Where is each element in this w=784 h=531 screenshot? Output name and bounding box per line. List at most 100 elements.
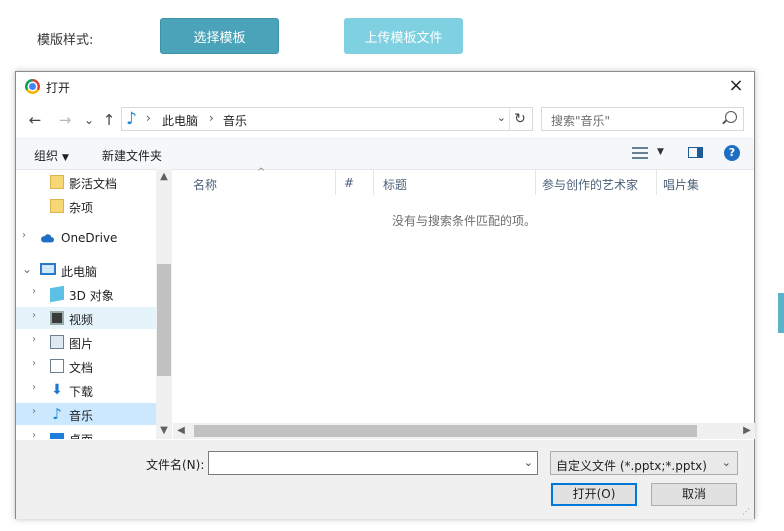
tree-item-onedrive[interactable]: › OneDrive (16, 227, 156, 249)
music-note-icon: ♪ (126, 109, 137, 129)
dialog-footer: 文件名(N): ⌄ 自定义文件 (*.pptx;*.pptx) ⌄ 打开(O) … (16, 440, 754, 519)
dialog-title: 打开 (46, 81, 71, 95)
navigation-bar: ← → ⌄ ↑ ♪ › 此电脑 › 音乐 ⌄ ↻ 搜索"音乐" (16, 105, 754, 135)
tree-item-label: 图片 (69, 337, 94, 351)
new-folder-button[interactable]: 新建文件夹 (102, 147, 162, 164)
preview-pane-icon[interactable] (688, 147, 703, 158)
tree-item-pictures[interactable]: › 图片 (16, 331, 156, 353)
tree-item-documents[interactable]: › 文档 (16, 355, 156, 377)
column-header-title[interactable]: 标题 (374, 169, 536, 195)
cancel-button[interactable]: 取消 (651, 483, 737, 506)
upload-template-button[interactable]: 上传模板文件 (344, 18, 463, 54)
tree-item-label: 桌面 (69, 431, 93, 439)
command-toolbar: 组织 ▼ 新建文件夹 ▼ ? (16, 138, 754, 170)
refresh-icon[interactable]: ↻ (509, 108, 530, 130)
cloud-icon (41, 234, 54, 243)
open-file-dialog: 打开 × ← → ⌄ ↑ ♪ › 此电脑 › 音乐 ⌄ ↻ 搜索"音乐" 组织 ▼… (15, 71, 755, 519)
back-arrow-icon[interactable]: ← (26, 110, 44, 130)
view-options-icon[interactable] (632, 147, 648, 159)
scroll-right-icon[interactable]: ▶ (739, 423, 755, 439)
tree-item-label: 3D 对象 (69, 289, 114, 303)
scroll-down-icon[interactable]: ▼ (156, 423, 172, 439)
address-dropdown-icon[interactable]: ⌄ (497, 111, 506, 124)
dialog-titlebar: 打开 × (16, 72, 754, 102)
scroll-up-icon[interactable]: ▲ (156, 169, 172, 185)
breadcrumb-this-pc[interactable]: 此电脑 (162, 112, 198, 129)
desktop-icon (50, 433, 64, 439)
organize-menu[interactable]: 组织 ▼ (34, 147, 69, 164)
file-type-value: 自定义文件 (*.pptx;*.pptx) (556, 459, 707, 473)
tree-item-music[interactable]: › ♪ 音乐 (16, 403, 156, 425)
expand-chevron-icon[interactable]: › (32, 406, 36, 417)
music-icon: ♪ (52, 405, 62, 423)
tree-item-videos[interactable]: › 视频 (16, 307, 156, 329)
expand-chevron-icon[interactable]: › (32, 382, 36, 393)
column-header-label: 参与创作的艺术家 (542, 178, 639, 192)
search-box[interactable]: 搜索"音乐" (541, 107, 744, 131)
tree-item-label: 杂项 (69, 201, 94, 215)
file-list: 名称 ^ # 标题 参与创作的艺术家 唱片集 没有与搜索条件匹配的项。 (173, 167, 755, 423)
documents-icon (50, 359, 64, 373)
search-icon[interactable] (725, 111, 737, 123)
tree-item-folder[interactable]: 杂项 (16, 195, 156, 217)
sort-ascending-icon: ^ (257, 167, 266, 178)
side-button[interactable] (778, 293, 784, 333)
tree-item-label: OneDrive (61, 231, 118, 245)
breadcrumb-music[interactable]: 音乐 (223, 112, 247, 129)
expand-chevron-icon[interactable]: › (32, 430, 36, 439)
tree-item-folder[interactable]: 影活文档 (16, 171, 156, 193)
expand-chevron-icon[interactable]: › (32, 358, 36, 369)
column-header-name[interactable]: 名称 ^ (173, 167, 336, 195)
select-template-button[interactable]: 选择模板 (160, 18, 279, 54)
chrome-icon (25, 79, 40, 94)
help-icon[interactable]: ? (724, 145, 740, 161)
folder-icon (50, 199, 64, 213)
expand-chevron-icon[interactable]: › (32, 286, 36, 297)
pictures-icon (50, 335, 64, 349)
column-header-album[interactable]: 唱片集 (657, 169, 755, 195)
navigation-tree: 影活文档 杂项 › OneDrive ⌄ 此电脑 › 3D 对象 › 视频 › (16, 169, 172, 439)
tree-item-3d-objects[interactable]: › 3D 对象 (16, 283, 156, 305)
tree-item-downloads[interactable]: › ⬇ 下载 (16, 379, 156, 401)
empty-list-message: 没有与搜索条件匹配的项。 (391, 214, 536, 228)
breadcrumb-separator[interactable]: › (209, 111, 214, 125)
expand-chevron-icon[interactable]: › (32, 310, 36, 321)
tree-item-desktop[interactable]: › 桌面 (16, 427, 156, 439)
scroll-left-icon[interactable]: ◀ (173, 423, 189, 439)
view-caret-icon[interactable]: ▼ (657, 147, 664, 157)
address-bar[interactable]: ♪ › 此电脑 › 音乐 ⌄ ↻ (121, 107, 533, 131)
expand-chevron-icon[interactable]: › (32, 334, 36, 345)
organize-label: 组织 (34, 149, 59, 163)
column-header-label: 名称 (193, 178, 218, 192)
folder-icon (50, 175, 64, 189)
tree-item-label: 影活文档 (69, 177, 118, 191)
video-icon (50, 311, 64, 325)
breadcrumb-separator[interactable]: › (146, 111, 151, 125)
forward-arrow-icon[interactable]: → (56, 110, 74, 130)
tree-item-label: 文档 (69, 361, 94, 375)
up-arrow-icon[interactable]: ↑ (100, 110, 118, 130)
horizontal-scrollbar[interactable]: ◀ ▶ (173, 423, 755, 439)
caret-down-icon: ▼ (62, 153, 69, 163)
column-header-number[interactable]: # (336, 169, 374, 195)
resize-grip-icon[interactable]: ⋰ (742, 507, 752, 517)
tree-item-label: 音乐 (69, 409, 94, 423)
template-style-label: 模版样式: (37, 33, 94, 48)
tree-scrollbar[interactable]: ▲ ▼ (156, 169, 172, 439)
scrollbar-thumb[interactable] (194, 425, 697, 437)
file-type-dropdown-icon[interactable]: ⌄ (722, 456, 731, 469)
filename-input[interactable]: ⌄ (208, 451, 538, 475)
file-type-select[interactable]: 自定义文件 (*.pptx;*.pptx) ⌄ (550, 451, 738, 475)
scrollbar-thumb[interactable] (157, 264, 171, 376)
download-icon: ⬇ (51, 382, 63, 398)
expand-chevron-icon[interactable]: › (22, 230, 26, 241)
open-button[interactable]: 打开(O) (551, 483, 637, 506)
recent-locations-chevron-icon[interactable]: ⌄ (80, 110, 98, 130)
column-header-artists[interactable]: 参与创作的艺术家 (536, 169, 657, 195)
column-header-label: 标题 (383, 178, 408, 192)
filename-dropdown-icon[interactable]: ⌄ (524, 456, 533, 469)
tree-item-this-pc[interactable]: ⌄ 此电脑 (16, 259, 156, 281)
close-icon[interactable]: × (726, 76, 746, 96)
filename-label: 文件名(N): (146, 458, 205, 472)
collapse-chevron-icon[interactable]: ⌄ (22, 262, 32, 276)
